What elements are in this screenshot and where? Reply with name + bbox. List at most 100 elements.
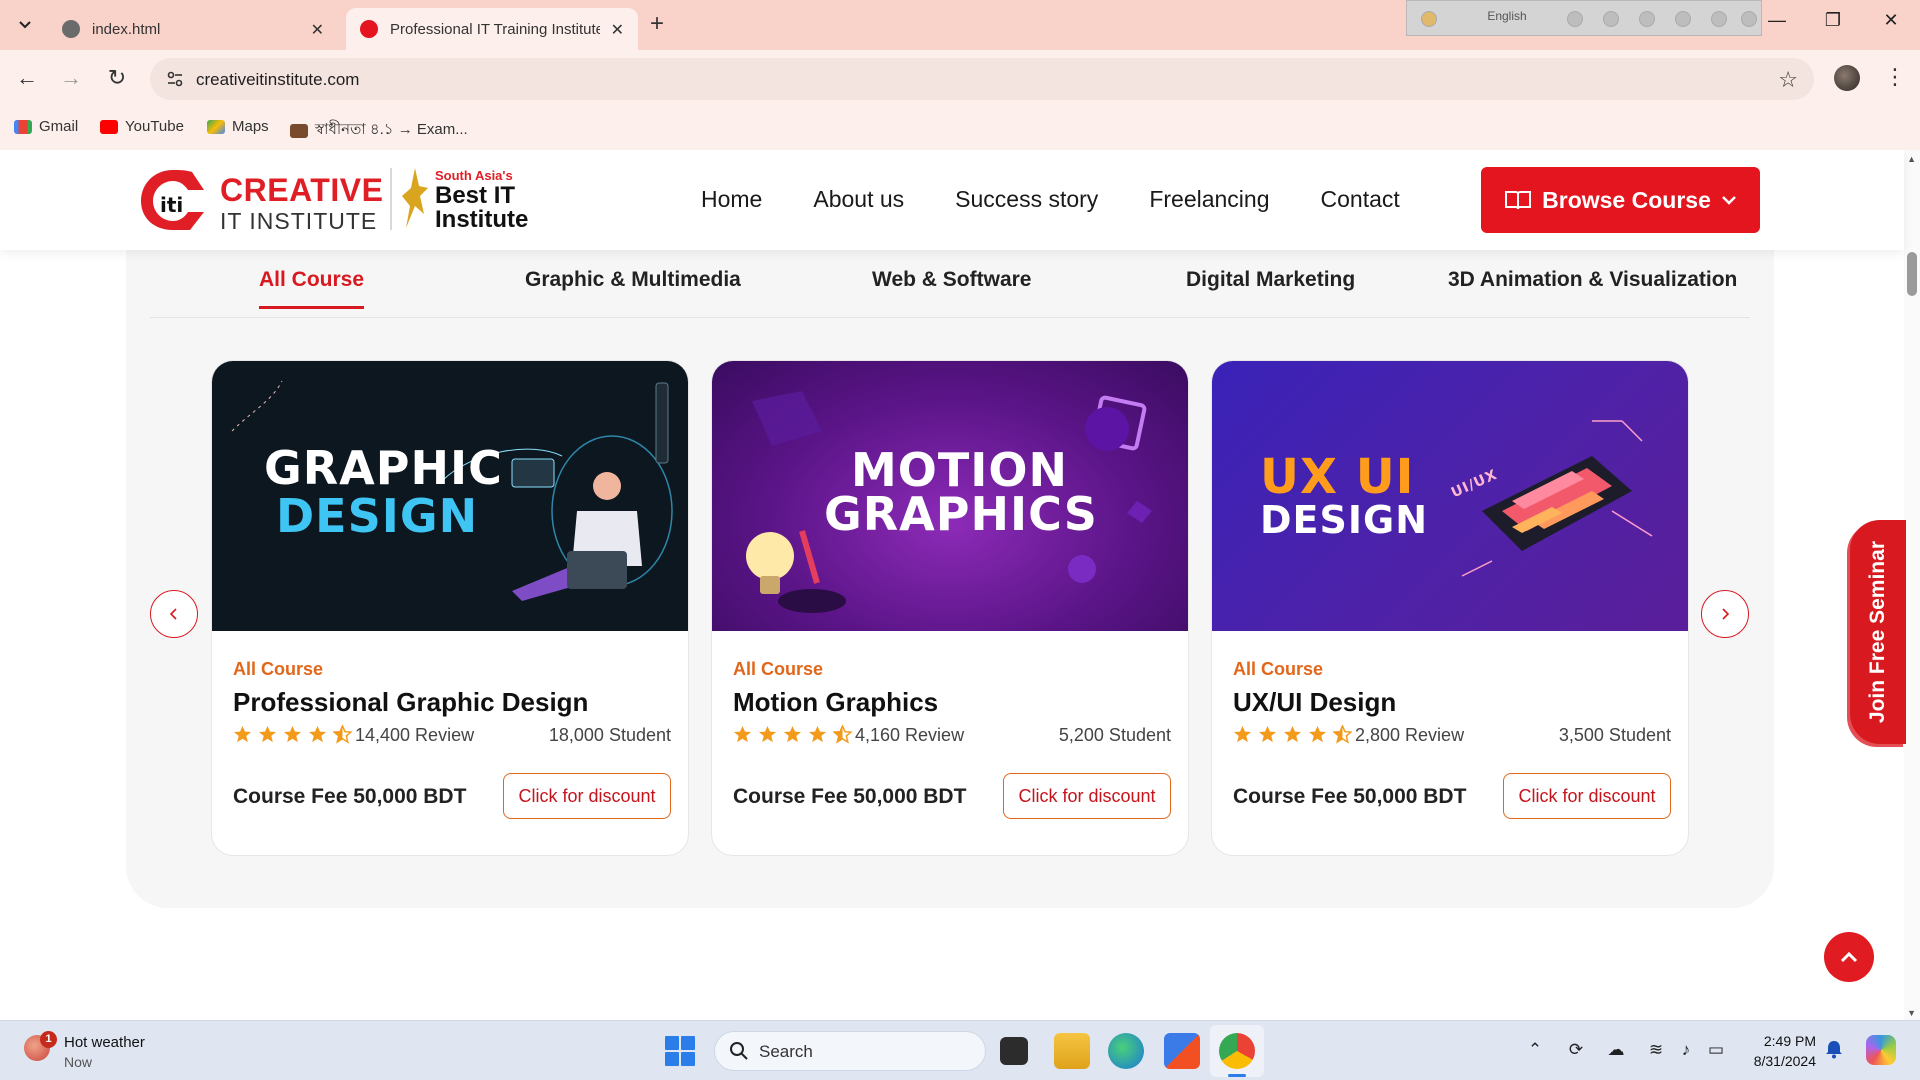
task-view-icon[interactable]: [1000, 1037, 1028, 1065]
bookmark-exam[interactable]: স্বাধীনতা ৪.১ → Exam...: [290, 118, 468, 143]
tab-digital-marketing[interactable]: Digital Marketing: [1186, 268, 1355, 292]
main-nav: Home About us Success story Freelancing …: [701, 186, 1451, 213]
review-count: 14,400 Review: [355, 725, 475, 745]
new-tab-button[interactable]: +: [650, 12, 664, 36]
start-button-windows-icon[interactable]: [665, 1036, 695, 1066]
edge-icon[interactable]: [1108, 1033, 1144, 1069]
nav-freelancing[interactable]: Freelancing: [1149, 186, 1269, 213]
course-card-motion-graphics[interactable]: MOTION GRAPHICS All Course Motion Graphi…: [711, 360, 1189, 856]
star-icon: [308, 725, 327, 743]
card-image-word-1: UX UI: [1260, 449, 1415, 505]
volume-icon[interactable]: ♪: [1675, 1039, 1697, 1061]
ime-toolbar: English: [1406, 0, 1762, 36]
restore-button[interactable]: ❐: [1818, 10, 1848, 31]
tab-3d-animation[interactable]: 3D Animation & Visualization: [1448, 268, 1737, 292]
notification-bell-icon[interactable]: [1825, 1039, 1843, 1059]
show-hidden-icons-chevron-icon[interactable]: ⌃: [1524, 1039, 1546, 1061]
bookmark-label: স্বাধীনতা ৪.১ → Exam...: [315, 121, 468, 138]
star-icon: [283, 725, 302, 743]
slider-next-button[interactable]: [1701, 590, 1749, 638]
tab-all-course[interactable]: All Course: [259, 268, 365, 309]
star-icon: [1233, 725, 1252, 743]
help-icon[interactable]: [1711, 11, 1727, 27]
card-image-word-2: DESIGN: [1260, 498, 1429, 542]
close-tab-icon[interactable]: ✕: [611, 20, 624, 40]
scroll-thumb[interactable]: [1907, 252, 1917, 296]
category-tabs: All Course Graphic & Multimedia Web & So…: [150, 268, 1750, 318]
minimize-button[interactable]: —: [1762, 10, 1792, 31]
card-title[interactable]: Professional Graphic Design: [233, 687, 588, 718]
card-category: All Course: [1233, 659, 1324, 679]
nav-success-story[interactable]: Success story: [955, 186, 1098, 213]
page-scrollbar[interactable]: ▲ ▼: [1904, 150, 1920, 1020]
nav-contact[interactable]: Contact: [1321, 186, 1400, 213]
star-icon: [783, 725, 802, 743]
sync-icon[interactable]: ⟳: [1565, 1039, 1587, 1061]
nav-home[interactable]: Home: [701, 186, 762, 213]
tab-index-html[interactable]: index.html ✕: [48, 8, 338, 50]
logo-tag-line2: Best IT: [435, 182, 516, 209]
profile-avatar[interactable]: [1834, 65, 1860, 91]
card-image-word-2: GRAPHICS: [824, 487, 1098, 541]
file-explorer-icon[interactable]: [1054, 1033, 1090, 1069]
discount-button[interactable]: Click for discount: [1503, 773, 1671, 819]
course-fee: Course Fee 50,000 BDT: [1233, 785, 1467, 808]
reload-button[interactable]: ↻: [104, 66, 130, 90]
address-toolbar: ← → ↻ creativeitinstitute.com ☆ ⋮: [0, 50, 1920, 108]
slider-prev-button[interactable]: [150, 590, 198, 638]
keyboard-icon[interactable]: [1567, 11, 1583, 27]
bookmark-star-icon[interactable]: ☆: [1778, 67, 1798, 93]
card-image-word-1: GRAPHIC: [264, 441, 503, 495]
copilot-icon[interactable]: [1866, 1035, 1896, 1065]
scroll-down-arrow-icon[interactable]: ▼: [1907, 1008, 1916, 1018]
card-title[interactable]: UX/UI Design: [1233, 687, 1396, 718]
battery-icon[interactable]: ▭: [1705, 1039, 1727, 1061]
browser-tab-bar: index.html ✕ Professional IT Training In…: [0, 0, 1920, 50]
browse-course-label: Browse Course: [1542, 186, 1711, 213]
forward-button[interactable]: →: [58, 66, 84, 90]
tab-graphic-multimedia[interactable]: Graphic & Multimedia: [525, 268, 741, 292]
star-icon: [233, 725, 252, 743]
join-free-seminar-tab[interactable]: Join Free Seminar: [1850, 520, 1906, 744]
scroll-to-top-button[interactable]: [1824, 932, 1874, 982]
close-tab-icon[interactable]: ✕: [311, 20, 324, 40]
tab-creative-it[interactable]: Professional IT Training Institute ✕: [346, 8, 638, 50]
taskbar-clock[interactable]: 2:49 PM 8/31/2024: [1740, 1031, 1816, 1071]
scroll-up-arrow-icon[interactable]: ▲: [1907, 154, 1916, 164]
microsoft-store-icon[interactable]: [1164, 1033, 1200, 1069]
discount-button[interactable]: Click for discount: [503, 773, 671, 819]
chrome-icon[interactable]: [1219, 1033, 1255, 1069]
site-info-icon[interactable]: [166, 70, 184, 88]
close-window-button[interactable]: ✕: [1876, 10, 1906, 31]
back-button[interactable]: ←: [14, 66, 40, 90]
logo-tag-line1: South Asia's: [435, 168, 513, 183]
hand-icon[interactable]: [1603, 11, 1619, 27]
bookmark-youtube[interactable]: YouTube: [100, 118, 184, 135]
course-card-graphic-design[interactable]: GRAPHIC DESIGN All Course Professional G…: [211, 360, 689, 856]
discount-button[interactable]: Click for discount: [1003, 773, 1171, 819]
menu-kebab-icon[interactable]: ⋮: [1884, 64, 1906, 90]
pen-icon[interactable]: [1675, 11, 1691, 27]
star-icon: [258, 725, 277, 743]
omnibox[interactable]: creativeitinstitute.com ☆: [150, 58, 1814, 100]
ime-logo-icon[interactable]: [1421, 11, 1437, 27]
url-text[interactable]: creativeitinstitute.com: [196, 70, 359, 90]
tab-search-button[interactable]: [10, 10, 40, 40]
site-logo[interactable]: iti CREATIVE IT INSTITUTE South Asia's B…: [138, 164, 548, 234]
card-category: All Course: [733, 659, 824, 679]
course-card-ux-ui-design[interactable]: UX UI DESIGN UI/UX All Course UX/UI Desi…: [1211, 360, 1689, 856]
course-image: UX UI DESIGN UI/UX: [1212, 361, 1688, 631]
nav-about-us[interactable]: About us: [813, 186, 904, 213]
star-icon: [733, 725, 752, 743]
card-title[interactable]: Motion Graphics: [733, 687, 938, 718]
info-icon[interactable]: [1741, 11, 1757, 27]
settings-icon[interactable]: [1639, 11, 1655, 27]
bookmark-maps[interactable]: Maps: [207, 118, 269, 135]
bookmark-gmail[interactable]: Gmail: [14, 118, 78, 135]
ime-language[interactable]: English: [1467, 9, 1547, 23]
taskbar-search[interactable]: Search: [714, 1031, 986, 1071]
tab-web-software[interactable]: Web & Software: [872, 268, 1031, 292]
cloud-off-icon[interactable]: ☁: [1605, 1039, 1627, 1061]
wifi-icon[interactable]: ≋: [1645, 1039, 1667, 1061]
browse-course-button[interactable]: Browse Course: [1481, 167, 1760, 233]
